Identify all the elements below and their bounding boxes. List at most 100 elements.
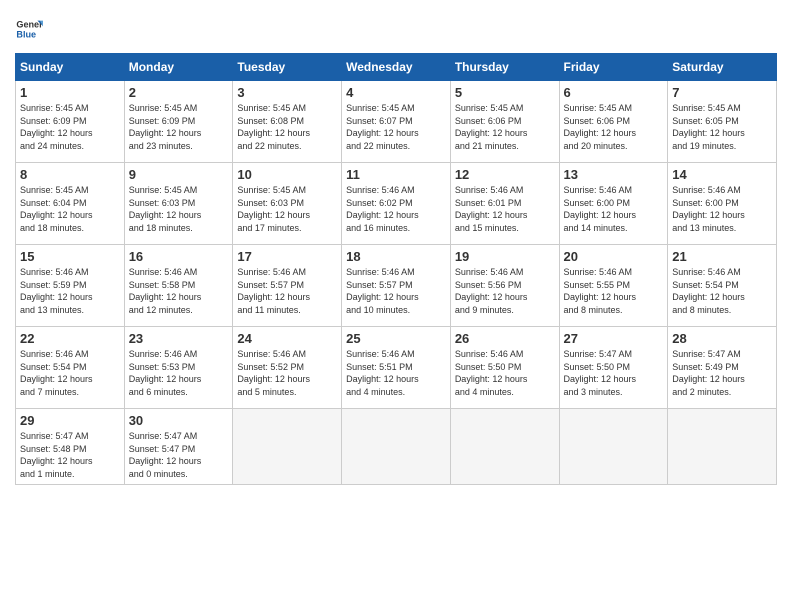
svg-text:Blue: Blue xyxy=(16,29,36,39)
day-number: 21 xyxy=(672,249,772,264)
day-number: 2 xyxy=(129,85,229,100)
day-number: 3 xyxy=(237,85,337,100)
calendar-cell: 6 Sunrise: 5:45 AM Sunset: 6:06 PM Daylig… xyxy=(559,81,668,163)
day-info: Sunrise: 5:46 AM Sunset: 5:51 PM Dayligh… xyxy=(346,348,446,398)
calendar-cell: 16Sunrise: 5:46 AM Sunset: 5:58 PM Dayli… xyxy=(124,245,233,327)
day-info: Sunrise: 5:46 AM Sunset: 5:53 PM Dayligh… xyxy=(129,348,229,398)
calendar-cell: 27 Sunrise: 5:47 AM Sunset: 5:50 PM Dayli… xyxy=(559,327,668,409)
calendar-cell: 14 Sunrise: 5:46 AM Sunset: 6:00 PM Dayli… xyxy=(668,163,777,245)
day-number: 24 xyxy=(237,331,337,346)
day-number: 30 xyxy=(129,413,229,428)
day-number: 19 xyxy=(455,249,555,264)
day-number: 11 xyxy=(346,167,446,182)
calendar-cell xyxy=(668,409,777,485)
day-info: Sunrise: 5:45 AM Sunset: 6:03 PM Dayligh… xyxy=(237,184,337,234)
day-info: Sunrise: 5:46 AM Sunset: 5:57 PM Dayligh… xyxy=(237,266,337,316)
calendar-cell xyxy=(342,409,451,485)
day-number: 6 xyxy=(564,85,664,100)
calendar-cell: 25 Sunrise: 5:46 AM Sunset: 5:51 PM Dayli… xyxy=(342,327,451,409)
day-number: 10 xyxy=(237,167,337,182)
calendar-cell: 24 Sunrise: 5:46 AM Sunset: 5:52 PM Dayli… xyxy=(233,327,342,409)
calendar-cell: 10 Sunrise: 5:45 AM Sunset: 6:03 PM Dayli… xyxy=(233,163,342,245)
calendar-cell: 20 Sunrise: 5:46 AM Sunset: 5:55 PM Dayli… xyxy=(559,245,668,327)
calendar-cell: 2 Sunrise: 5:45 AM Sunset: 6:09 PM Daylig… xyxy=(124,81,233,163)
calendar-cell: 28 Sunrise: 5:47 AM Sunset: 5:49 PM Dayli… xyxy=(668,327,777,409)
day-info: Sunrise: 5:46 AM Sunset: 5:52 PM Dayligh… xyxy=(237,348,337,398)
calendar-body: 1 Sunrise: 5:45 AM Sunset: 6:09 PM Daylig… xyxy=(16,81,777,485)
day-number: 23 xyxy=(129,331,229,346)
calendar-cell: 26Sunrise: 5:46 AM Sunset: 5:50 PM Dayli… xyxy=(450,327,559,409)
day-number: 17 xyxy=(237,249,337,264)
calendar-cell: 17 Sunrise: 5:46 AM Sunset: 5:57 PM Dayli… xyxy=(233,245,342,327)
calendar-cell: 15 Sunrise: 5:46 AM Sunset: 5:59 PM Dayli… xyxy=(16,245,125,327)
calendar-week-4: 22Sunrise: 5:46 AM Sunset: 5:54 PM Dayli… xyxy=(16,327,777,409)
logo: General Blue xyxy=(15,15,47,43)
weekday-header-row: SundayMondayTuesdayWednesdayThursdayFrid… xyxy=(16,54,777,81)
day-number: 14 xyxy=(672,167,772,182)
calendar-cell: 7Sunrise: 5:45 AM Sunset: 6:05 PM Daylig… xyxy=(668,81,777,163)
calendar-week-5: 29Sunrise: 5:47 AM Sunset: 5:48 PM Dayli… xyxy=(16,409,777,485)
weekday-tuesday: Tuesday xyxy=(233,54,342,81)
weekday-sunday: Sunday xyxy=(16,54,125,81)
day-info: Sunrise: 5:46 AM Sunset: 6:01 PM Dayligh… xyxy=(455,184,555,234)
day-number: 5 xyxy=(455,85,555,100)
page-container: General Blue SundayMondayTuesdayWednesda… xyxy=(0,0,792,495)
day-info: Sunrise: 5:46 AM Sunset: 5:54 PM Dayligh… xyxy=(672,266,772,316)
day-number: 25 xyxy=(346,331,446,346)
weekday-saturday: Saturday xyxy=(668,54,777,81)
day-number: 13 xyxy=(564,167,664,182)
calendar-week-1: 1 Sunrise: 5:45 AM Sunset: 6:09 PM Daylig… xyxy=(16,81,777,163)
day-info: Sunrise: 5:47 AM Sunset: 5:47 PM Dayligh… xyxy=(129,430,229,480)
calendar-cell: 11 Sunrise: 5:46 AM Sunset: 6:02 PM Dayli… xyxy=(342,163,451,245)
day-info: Sunrise: 5:45 AM Sunset: 6:06 PM Dayligh… xyxy=(564,102,664,152)
calendar-week-2: 8 Sunrise: 5:45 AM Sunset: 6:04 PM Daylig… xyxy=(16,163,777,245)
calendar-table: SundayMondayTuesdayWednesdayThursdayFrid… xyxy=(15,53,777,485)
calendar-cell: 1 Sunrise: 5:45 AM Sunset: 6:09 PM Daylig… xyxy=(16,81,125,163)
day-number: 12 xyxy=(455,167,555,182)
calendar-cell: 13 Sunrise: 5:46 AM Sunset: 6:00 PM Dayli… xyxy=(559,163,668,245)
calendar-cell xyxy=(450,409,559,485)
calendar-cell xyxy=(233,409,342,485)
day-info: Sunrise: 5:46 AM Sunset: 5:59 PM Dayligh… xyxy=(20,266,120,316)
day-info: Sunrise: 5:46 AM Sunset: 5:55 PM Dayligh… xyxy=(564,266,664,316)
day-info: Sunrise: 5:47 AM Sunset: 5:50 PM Dayligh… xyxy=(564,348,664,398)
day-number: 16 xyxy=(129,249,229,264)
calendar-cell: 21 Sunrise: 5:46 AM Sunset: 5:54 PM Dayli… xyxy=(668,245,777,327)
day-number: 28 xyxy=(672,331,772,346)
day-info: Sunrise: 5:46 AM Sunset: 6:00 PM Dayligh… xyxy=(564,184,664,234)
day-info: Sunrise: 5:46 AM Sunset: 6:02 PM Dayligh… xyxy=(346,184,446,234)
calendar-cell: 8 Sunrise: 5:45 AM Sunset: 6:04 PM Daylig… xyxy=(16,163,125,245)
calendar-cell: 23 Sunrise: 5:46 AM Sunset: 5:53 PM Dayli… xyxy=(124,327,233,409)
day-number: 4 xyxy=(346,85,446,100)
day-info: Sunrise: 5:45 AM Sunset: 6:04 PM Dayligh… xyxy=(20,184,120,234)
day-number: 9 xyxy=(129,167,229,182)
calendar-cell: 30 Sunrise: 5:47 AM Sunset: 5:47 PM Dayli… xyxy=(124,409,233,485)
calendar-cell: 18 Sunrise: 5:46 AM Sunset: 5:57 PM Dayli… xyxy=(342,245,451,327)
day-number: 15 xyxy=(20,249,120,264)
calendar-cell: 12 Sunrise: 5:46 AM Sunset: 6:01 PM Dayli… xyxy=(450,163,559,245)
day-info: Sunrise: 5:45 AM Sunset: 6:09 PM Dayligh… xyxy=(129,102,229,152)
day-number: 1 xyxy=(20,85,120,100)
day-info: Sunrise: 5:45 AM Sunset: 6:09 PM Dayligh… xyxy=(20,102,120,152)
day-info: Sunrise: 5:46 AM Sunset: 5:56 PM Dayligh… xyxy=(455,266,555,316)
calendar-cell: 3Sunrise: 5:45 AM Sunset: 6:08 PM Daylig… xyxy=(233,81,342,163)
day-number: 8 xyxy=(20,167,120,182)
weekday-thursday: Thursday xyxy=(450,54,559,81)
day-info: Sunrise: 5:47 AM Sunset: 5:48 PM Dayligh… xyxy=(20,430,120,480)
day-number: 22 xyxy=(20,331,120,346)
logo-icon: General Blue xyxy=(15,15,43,43)
day-info: Sunrise: 5:45 AM Sunset: 6:03 PM Dayligh… xyxy=(129,184,229,234)
header: General Blue xyxy=(15,15,777,43)
day-info: Sunrise: 5:46 AM Sunset: 5:57 PM Dayligh… xyxy=(346,266,446,316)
calendar-cell: 4Sunrise: 5:45 AM Sunset: 6:07 PM Daylig… xyxy=(342,81,451,163)
day-info: Sunrise: 5:47 AM Sunset: 5:49 PM Dayligh… xyxy=(672,348,772,398)
calendar-cell: 22Sunrise: 5:46 AM Sunset: 5:54 PM Dayli… xyxy=(16,327,125,409)
day-number: 18 xyxy=(346,249,446,264)
weekday-friday: Friday xyxy=(559,54,668,81)
calendar-cell: 5Sunrise: 5:45 AM Sunset: 6:06 PM Daylig… xyxy=(450,81,559,163)
calendar-cell: 29Sunrise: 5:47 AM Sunset: 5:48 PM Dayli… xyxy=(16,409,125,485)
day-info: Sunrise: 5:46 AM Sunset: 6:00 PM Dayligh… xyxy=(672,184,772,234)
day-number: 27 xyxy=(564,331,664,346)
day-number: 20 xyxy=(564,249,664,264)
day-info: Sunrise: 5:46 AM Sunset: 5:50 PM Dayligh… xyxy=(455,348,555,398)
